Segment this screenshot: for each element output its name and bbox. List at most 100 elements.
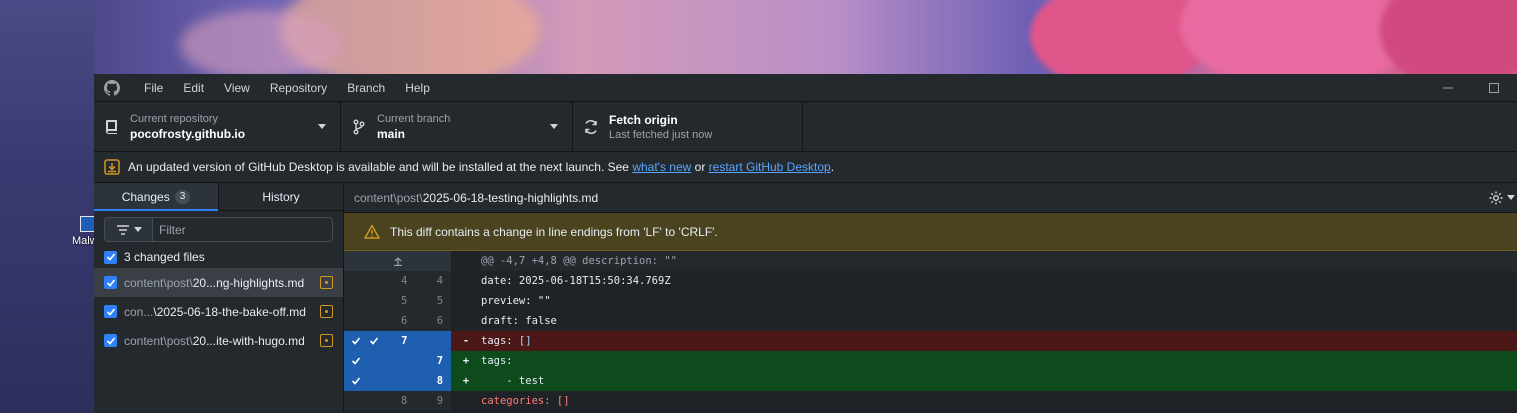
file-name: 20...ng-highlights.md [192, 275, 305, 290]
select-all-row[interactable]: 3 changed files [94, 246, 343, 268]
filter-input[interactable] [152, 217, 333, 242]
check-icon [349, 355, 362, 368]
file-dir: content\post\ [124, 333, 193, 348]
file-checkbox[interactable] [104, 334, 117, 347]
banner-text-end: . [830, 160, 835, 174]
code-key: date: [481, 275, 513, 287]
new-line-number: 7 [436, 355, 444, 367]
gear-icon [1489, 191, 1503, 204]
menu-edit[interactable]: Edit [173, 74, 214, 102]
diff-line: 4 4 date: 2025-06-18T15:50:34.769Z [344, 271, 1517, 291]
tab-changes-label: Changes [121, 189, 170, 204]
code-value: false [518, 315, 557, 327]
toolbar: Current repository pocofrosty.github.io … [94, 102, 1517, 152]
diff-line: 8 9 categories: [] [344, 391, 1517, 411]
maximize-button[interactable] [1471, 74, 1517, 102]
diff-mark: + [462, 375, 470, 387]
repo-name: pocofrosty.github.io [130, 126, 246, 141]
title-bar: File Edit View Repository Branch Help [94, 74, 1517, 102]
check-icon [367, 335, 380, 348]
diff-line: 6 6 draft: false [344, 311, 1517, 331]
file-name: \2025-06-18-the-bake-off.md [153, 304, 306, 319]
diff-mark: + [462, 355, 470, 367]
menu-file[interactable]: File [134, 74, 173, 102]
file-checkbox[interactable] [104, 305, 117, 318]
minimize-button[interactable] [1425, 74, 1471, 102]
new-line-number: 6 [436, 315, 444, 327]
repo-icon [104, 119, 120, 135]
file-checkbox[interactable] [104, 276, 117, 289]
code-key: draft: [481, 315, 519, 327]
caret-down-icon [318, 124, 326, 129]
expand-up-button[interactable] [344, 251, 451, 271]
select-all-checkbox[interactable] [104, 250, 117, 264]
file-list-item[interactable]: con...\2025-06-18-the-bake-off.md [94, 297, 343, 326]
file-dir: con... [124, 304, 154, 319]
diff-mark [451, 311, 481, 331]
code-value: [] [550, 395, 570, 407]
tab-history[interactable]: History [218, 183, 343, 210]
code-key: tags: [481, 335, 513, 347]
menu-view[interactable]: View [214, 74, 260, 102]
changes-sidebar: Changes 3 History 3 changed files [94, 183, 344, 413]
diff-line-added[interactable]: 7 + tags: [344, 351, 1517, 371]
modified-icon [320, 334, 333, 347]
update-download-icon [104, 159, 120, 175]
menu-branch[interactable]: Branch [337, 74, 395, 102]
whats-new-link[interactable]: what's new [632, 160, 691, 174]
code-key: preview: [481, 295, 532, 307]
new-line-number: 4 [436, 275, 444, 287]
file-list-item[interactable]: content\post\20...ng-highlights.md [94, 268, 343, 297]
code-value: "" [531, 295, 551, 307]
tab-changes[interactable]: Changes 3 [94, 183, 218, 211]
old-line-number: 5 [400, 295, 408, 307]
diff-line-deleted[interactable]: 7 - tags: [] [344, 331, 1517, 351]
modified-icon [320, 276, 333, 289]
warning-icon [364, 224, 380, 239]
diff-mark [451, 391, 481, 411]
fetch-title: Fetch origin [609, 112, 678, 127]
hunk-header: @@ -4,7 +4,8 @@ description: "" [481, 251, 1517, 271]
diff-line-added[interactable]: 8 + - test [344, 371, 1517, 391]
github-desktop-window: File Edit View Repository Branch Help Cu… [94, 74, 1517, 413]
old-line-number [380, 351, 416, 371]
menu-repository[interactable]: Repository [260, 74, 337, 102]
current-branch-dropdown[interactable]: Current branch main [341, 102, 573, 151]
tab-history-label: History [262, 189, 300, 204]
menu-help[interactable]: Help [395, 74, 440, 102]
caret-down-icon [1507, 195, 1515, 200]
old-line-number: 4 [400, 275, 408, 287]
update-banner: An updated version of GitHub Desktop is … [94, 152, 1517, 183]
old-line-number: 7 [401, 335, 408, 347]
changes-count-badge: 3 [174, 189, 191, 204]
new-line-number: 5 [436, 295, 444, 307]
expand-up-icon [393, 257, 402, 266]
branch-icon [351, 119, 367, 135]
banner-text: An updated version of GitHub Desktop is … [128, 160, 633, 174]
code-key: tags: [481, 355, 513, 367]
file-name: 20...ite-with-hugo.md [192, 333, 305, 348]
modified-icon [320, 305, 333, 318]
banner-text-mid: or [691, 160, 709, 174]
diff-mark [451, 271, 481, 291]
warning-text: This diff contains a change in line endi… [390, 224, 718, 239]
current-repository-dropdown[interactable]: Current repository pocofrosty.github.io [94, 102, 341, 151]
old-line-number [380, 371, 416, 391]
check-icon [349, 375, 362, 388]
diff-path-file: 2025-06-18-testing-highlights.md [422, 190, 599, 205]
old-line-number: 6 [400, 315, 408, 327]
fetch-origin-button[interactable]: Fetch origin Last fetched just now [573, 102, 803, 151]
file-list-item[interactable]: content\post\20...ite-with-hugo.md [94, 326, 343, 355]
filter-options-button[interactable] [104, 217, 152, 242]
changed-files-count: 3 changed files [124, 250, 205, 264]
check-icon [349, 335, 362, 348]
line-endings-warning: This diff contains a change in line endi… [344, 213, 1517, 251]
code-key: - test [481, 375, 545, 387]
fetch-subtitle: Last fetched just now [609, 128, 713, 141]
branch-label: Current branch [377, 112, 451, 125]
new-line-number: 9 [436, 395, 444, 407]
repo-label: Current repository [130, 112, 219, 125]
hunk-header-row: @@ -4,7 +4,8 @@ description: "" [344, 251, 1517, 271]
diff-settings-button[interactable] [1488, 190, 1515, 206]
restart-link[interactable]: restart GitHub Desktop [709, 160, 831, 174]
